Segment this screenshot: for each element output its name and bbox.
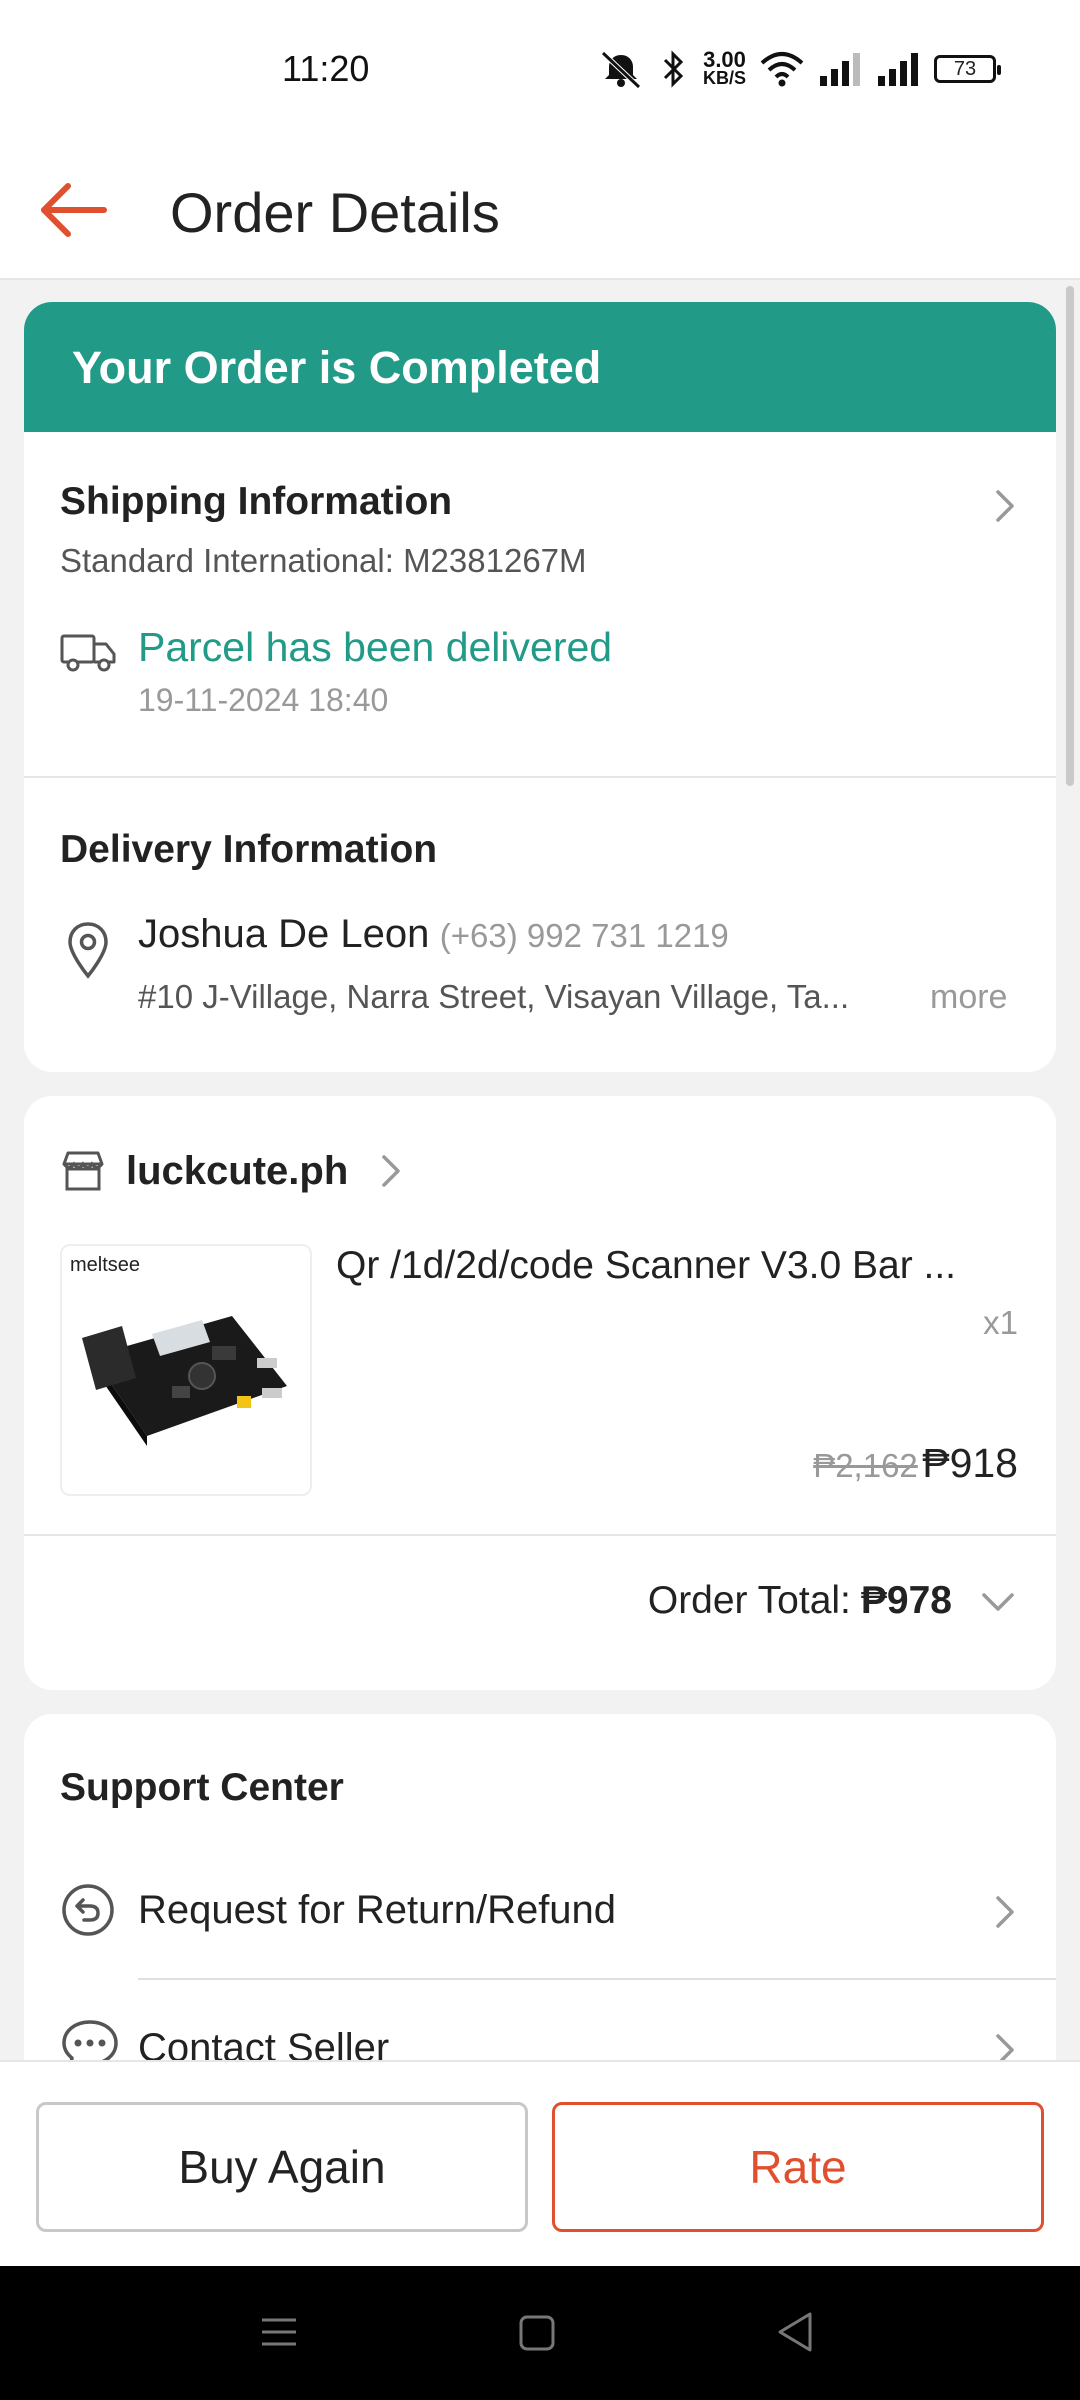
chevron-down-icon <box>982 1593 1014 1611</box>
chevron-right-icon <box>996 490 1014 522</box>
scrollbar[interactable] <box>1066 286 1074 786</box>
chevron-right-icon <box>996 2034 1014 2060</box>
contact-seller-label: Contact Seller <box>138 2026 390 2060</box>
bottom-action-bar: Buy Again Rate <box>0 2060 1080 2266</box>
recipient-line: Joshua De Leon (+63) 992 731 1219 <box>138 912 729 957</box>
product-quantity: x1 <box>983 1304 1018 1341</box>
menu-icon[interactable] <box>258 2312 300 2352</box>
rate-button[interactable]: Rate <box>552 2102 1044 2232</box>
status-time: 11:20 <box>282 48 370 89</box>
product-title[interactable]: Qr /1d/2d/code Scanner V3.0 Bar ... <box>336 1244 1026 1288</box>
page-title: Order Details <box>170 181 500 244</box>
delivery-status-time: 19-11-2024 18:40 <box>138 682 389 718</box>
battery-icon: 73 <box>934 55 1001 83</box>
contact-seller-item[interactable]: Contact Seller <box>24 1982 1056 2060</box>
signal-icon <box>820 53 860 86</box>
order-status-banner: Your Order is Completed <box>24 302 1056 432</box>
net-speed-unit: KB/S <box>702 68 746 88</box>
sale-price: ₱918 <box>922 1440 1018 1486</box>
product-card: luckcute.ph meltsee Qr /1d/2d/code Scann… <box>24 1096 1056 1690</box>
return-refund-item[interactable]: Request for Return/Refund <box>24 1844 1056 1980</box>
product-price-row: ₱2,162 ₱918 <box>813 1440 1018 1487</box>
product-image-brand: meltsee <box>70 1254 141 1276</box>
address-more-link[interactable]: more <box>930 978 1007 1017</box>
home-icon[interactable] <box>516 2312 558 2354</box>
chevron-right-icon <box>996 1896 1014 1928</box>
system-nav-bar <box>0 2266 1080 2400</box>
recipient-name: Joshua De Leon <box>138 912 430 956</box>
shipping-info-section[interactable]: Shipping Information Standard Internatio… <box>24 432 1056 778</box>
header: Order Details <box>0 140 1080 280</box>
net-speed-value: 3.00 <box>703 47 746 72</box>
recipient-phone: (+63) 992 731 1219 <box>439 917 729 954</box>
support-center-card: Support Center Request for Return/Refund… <box>24 1714 1056 2060</box>
bluetooth-icon <box>663 50 684 88</box>
product-image[interactable]: meltsee <box>60 1244 312 1496</box>
delivery-status: Parcel has been delivered <box>138 624 613 670</box>
wifi-icon <box>760 52 804 87</box>
delivery-info-section[interactable]: Delivery Information Joshua De Leon (+63… <box>24 778 1056 1072</box>
scanner-board-image <box>82 1316 287 1446</box>
status-bar: 11:20 3.00 KB/S 73 <box>0 0 1080 140</box>
signal-icon-2 <box>878 53 918 86</box>
shipping-info-title: Shipping Information <box>60 480 453 523</box>
divider <box>138 1978 1056 1980</box>
divider <box>24 1534 1056 1536</box>
buy-again-button[interactable]: Buy Again <box>36 2102 528 2232</box>
order-total-row[interactable]: Order Total: ₱978 <box>648 1566 1018 1636</box>
recipient-address: #10 J-Village, Narra Street, Visayan Vil… <box>138 978 850 1015</box>
truck-icon <box>60 634 116 672</box>
content-scroll-area[interactable]: Your Order is Completed Shipping Informa… <box>0 282 1080 2060</box>
order-total-label: Order Total: <box>647 1579 851 1622</box>
store-icon <box>62 1151 104 1191</box>
delivery-info-title: Delivery Information <box>60 828 438 871</box>
chat-icon <box>62 2020 118 2060</box>
network-speed: 3.00 KB/S <box>702 47 746 88</box>
return-icon <box>62 1884 114 1936</box>
chevron-right-icon <box>382 1155 401 1187</box>
order-status-card: Your Order is Completed Shipping Informa… <box>24 302 1056 1072</box>
original-price: ₱2,162 <box>813 1447 918 1484</box>
return-refund-label: Request for Return/Refund <box>138 1888 617 1932</box>
support-center-title: Support Center <box>60 1766 344 1809</box>
location-pin-icon <box>68 922 108 979</box>
status-icons: 3.00 KB/S 73 <box>597 44 1001 94</box>
arrow-left-icon[interactable] <box>36 170 116 250</box>
shop-header[interactable]: luckcute.ph <box>60 1136 406 1206</box>
shipping-method: Standard International: M2381267M <box>60 542 587 579</box>
back-nav-icon[interactable] <box>774 2310 816 2354</box>
shop-name: luckcute.ph <box>126 1148 349 1193</box>
mute-bell-icon <box>601 51 641 89</box>
order-total-value: ₱978 <box>860 1579 952 1622</box>
